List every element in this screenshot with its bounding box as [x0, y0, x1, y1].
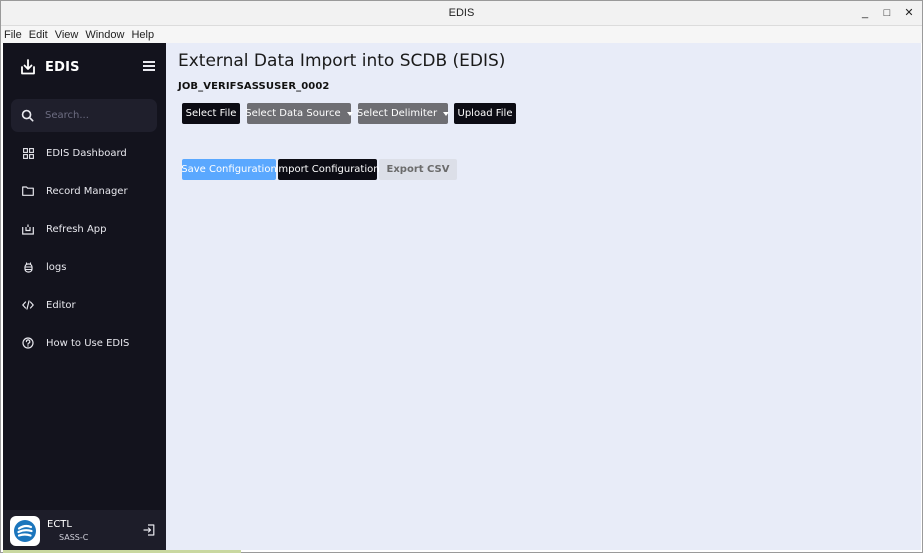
sidebar-item-edis-dashboard[interactable]: EDIS Dashboard [11, 140, 157, 166]
menu-help[interactable]: Help [131, 29, 154, 41]
select-file-button[interactable]: Select File [182, 103, 240, 124]
menu-bar: File Edit View Window Help [1, 26, 922, 43]
select-data-source-label: Select Data Source [245, 108, 341, 119]
menu-window[interactable]: Window [85, 29, 124, 41]
import-icon [21, 59, 35, 75]
sidebar-item-label: EDIS Dashboard [46, 147, 127, 159]
sidebar-item-label: Refresh App [46, 223, 107, 235]
brand[interactable]: EDIS [19, 58, 80, 76]
close-button[interactable]: ✕ [900, 5, 918, 21]
code-icon [21, 298, 35, 312]
brand-label: EDIS [45, 59, 80, 75]
refresh-icon [21, 222, 35, 236]
title-bar: EDIS _ □ ✕ [1, 1, 922, 26]
bug-icon [21, 260, 35, 274]
sidebar-item-label: logs [46, 261, 67, 273]
folder-icon [21, 184, 35, 198]
sidebar: EDIS EDIS Dashboard Record Manager [3, 43, 166, 552]
menu-toggle-icon[interactable] [143, 61, 155, 71]
upload-file-button[interactable]: Upload File [454, 103, 516, 124]
window-title: EDIS [448, 7, 475, 19]
help-icon [21, 336, 35, 350]
sidebar-item-record-manager[interactable]: Record Manager [11, 178, 157, 204]
search-box[interactable] [11, 99, 157, 132]
import-configuration-button[interactable]: Import Configuration [275, 159, 380, 180]
grid-icon [21, 146, 35, 160]
save-configuration-label: Save Configuration [181, 164, 277, 175]
app-window: EDIS _ □ ✕ File Edit View Window Help ED… [0, 0, 923, 553]
upload-file-label: Upload File [457, 108, 513, 119]
select-data-source-dropdown[interactable]: Select Data Source [245, 103, 353, 124]
menu-edit[interactable]: Edit [29, 29, 48, 41]
menu-view[interactable]: View [55, 29, 79, 41]
caret-down-icon [346, 111, 353, 116]
sidebar-item-how-to-use[interactable]: How to Use EDIS [11, 330, 157, 356]
sidebar-item-label: How to Use EDIS [46, 337, 130, 349]
export-csv-button[interactable]: Export CSV [379, 159, 457, 180]
menu-file[interactable]: File [4, 29, 22, 41]
avatar[interactable] [10, 516, 40, 546]
import-configuration-label: Import Configuration [275, 164, 380, 175]
sidebar-item-label: Editor [46, 299, 76, 311]
export-csv-label: Export CSV [386, 164, 450, 175]
user-role: SASS-C [59, 533, 89, 542]
search-input[interactable] [45, 110, 145, 121]
job-id: JOB_VERIFSASSUSER_0002 [178, 81, 330, 92]
logout-icon[interactable] [143, 524, 155, 536]
save-configuration-button[interactable]: Save Configuration [181, 159, 277, 180]
select-delimiter-label: Select Delimiter [356, 108, 438, 119]
select-delimiter-dropdown[interactable]: Select Delimiter [356, 103, 450, 124]
select-file-label: Select File [185, 108, 237, 119]
sidebar-item-label: Record Manager [46, 185, 128, 197]
maximize-button[interactable]: □ [878, 5, 896, 21]
user-name: ECTL [47, 519, 72, 530]
main-content: External Data Import into SCDB (EDIS) JO… [166, 43, 921, 550]
sidebar-item-logs[interactable]: logs [11, 254, 157, 280]
sidebar-item-editor[interactable]: Editor [11, 292, 157, 318]
eurocontrol-logo-icon [14, 520, 36, 542]
minimize-button[interactable]: _ [856, 5, 874, 21]
caret-down-icon [443, 111, 450, 116]
user-panel: ECTL SASS-C [3, 510, 166, 552]
page-title: External Data Import into SCDB (EDIS) [178, 51, 506, 71]
search-icon [21, 109, 34, 122]
sidebar-item-refresh-app[interactable]: Refresh App [11, 216, 157, 242]
